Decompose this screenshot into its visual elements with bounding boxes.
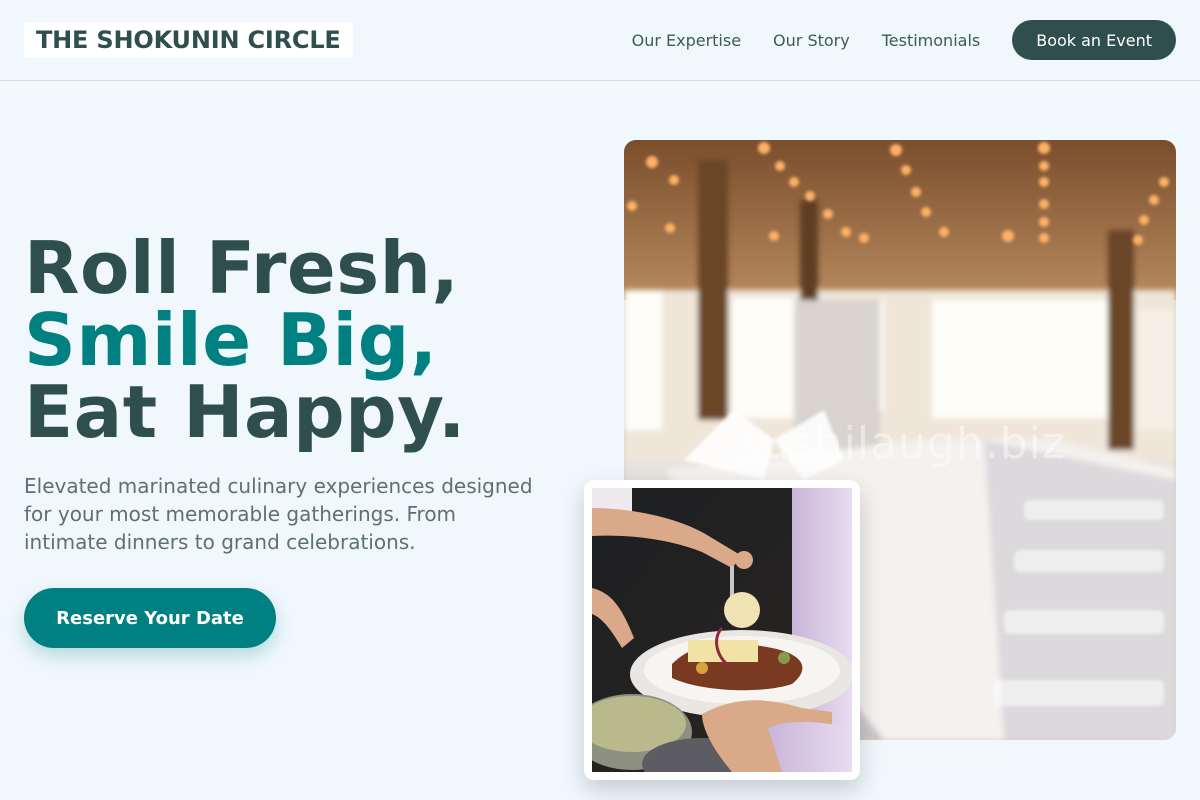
venue-watermark: sushilaugh.biz: [738, 418, 1066, 469]
reserve-date-button[interactable]: Reserve Your Date: [24, 588, 276, 648]
brand-logo[interactable]: THE SHOKUNIN CIRCLE: [24, 22, 353, 58]
headline-line-3: Eat Happy.: [24, 370, 466, 454]
hero-headline: Roll Fresh, Smile Big, Eat Happy.: [24, 232, 466, 448]
book-event-button[interactable]: Book an Event: [1012, 20, 1176, 60]
hero-subtext: Elevated marinated culinary experiences …: [24, 474, 533, 554]
nav-link-our-expertise[interactable]: Our Expertise: [632, 31, 741, 50]
food-plating-image: [592, 488, 852, 772]
headline-line-1: Roll Fresh,: [24, 226, 460, 310]
nav-links: Our Expertise Our Story Testimonials Boo…: [632, 20, 1176, 60]
navbar: THE SHOKUNIN CIRCLE Our Expertise Our St…: [0, 0, 1200, 81]
food-plating-card: [584, 480, 860, 780]
nav-link-our-story[interactable]: Our Story: [773, 31, 850, 50]
headline-line-2: Smile Big,: [24, 298, 438, 382]
nav-link-testimonials[interactable]: Testimonials: [882, 31, 981, 50]
